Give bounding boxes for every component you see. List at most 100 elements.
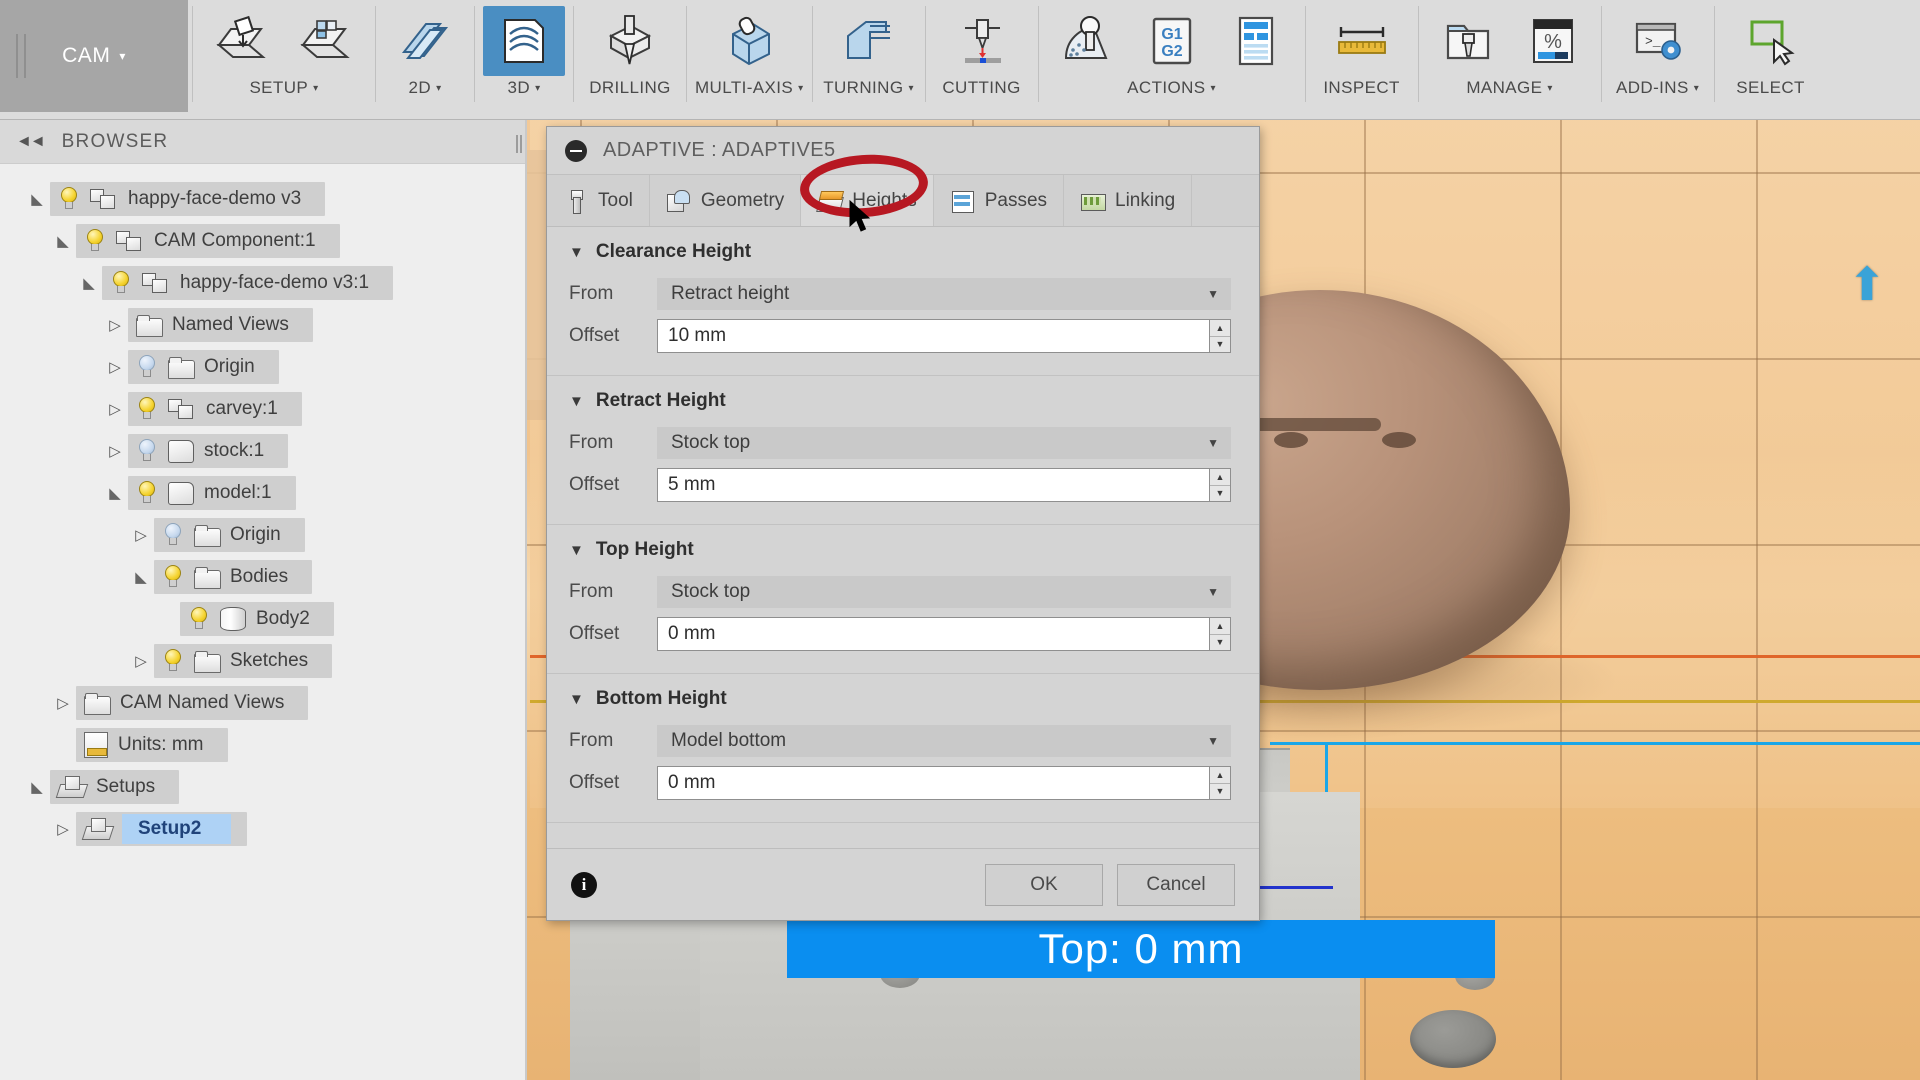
ribbon-group-label-actions[interactable]: ACTIONS ▾ xyxy=(1127,78,1216,98)
tree-item-chip[interactable]: CAM Component:1 xyxy=(76,224,340,258)
simulate-icon[interactable] xyxy=(1047,6,1129,76)
expand-arrow-closed-icon[interactable]: ▷ xyxy=(102,400,128,418)
tree-item-origin[interactable]: ▷ Origin xyxy=(0,346,527,388)
chevron-down-icon[interactable]: ▾ xyxy=(1547,83,1552,94)
expand-arrow-closed-icon[interactable]: ▷ xyxy=(102,316,128,334)
stepper-down-icon[interactable]: ▼ xyxy=(1210,486,1230,502)
cutting-icon[interactable] xyxy=(934,6,1030,76)
stepper-arrows[interactable]: ▲ ▼ xyxy=(1209,617,1231,651)
visibility-bulb-off-icon[interactable] xyxy=(162,523,184,547)
visibility-bulb-off-icon[interactable] xyxy=(136,439,158,463)
g1-g2-post-process-icon[interactable]: G1 G2 xyxy=(1131,6,1213,76)
script-console-icon[interactable]: >_ xyxy=(1610,6,1706,76)
ribbon-group-label-inspect[interactable]: INSPECT xyxy=(1323,78,1399,98)
section-header-retract-height[interactable]: ▼ Retract Height xyxy=(547,390,1259,412)
visibility-bulb-icon[interactable] xyxy=(162,565,184,589)
select-cursor-icon[interactable] xyxy=(1723,6,1819,76)
tree-item-chip[interactable]: model:1 xyxy=(128,476,296,510)
visibility-bulb-icon[interactable] xyxy=(84,229,106,253)
tab-heights[interactable]: Heights xyxy=(801,175,934,226)
ribbon-group-label-3d[interactable]: 3D ▾ xyxy=(508,78,541,98)
tree-item-setup2[interactable]: ▷ Setup2 xyxy=(0,808,527,850)
tree-item-chip[interactable]: Origin xyxy=(154,518,305,552)
chevron-down-icon[interactable]: ▼ xyxy=(569,244,584,261)
ribbon-group-label-drilling[interactable]: DRILLING xyxy=(589,78,671,98)
ribbon-group-label-add-ins[interactable]: ADD-INS ▾ xyxy=(1616,78,1699,98)
visibility-bulb-icon[interactable] xyxy=(136,481,158,505)
chevron-down-icon[interactable]: ▼ xyxy=(569,393,584,410)
stepper-arrows[interactable]: ▲ ▼ xyxy=(1209,766,1231,800)
from-dropdown-retract-height[interactable]: Stock top ▼ xyxy=(657,427,1231,459)
ribbon-group-label-turning[interactable]: TURNING ▾ xyxy=(823,78,914,98)
browser-resize-divider[interactable] xyxy=(525,120,527,1080)
tree-item-chip[interactable]: Body2 xyxy=(180,602,334,636)
turning-icon[interactable] xyxy=(821,6,917,76)
chevron-down-icon[interactable]: ▼ xyxy=(1207,585,1219,599)
tree-item-chip[interactable]: Setup2 xyxy=(76,812,248,846)
tree-item-bodies[interactable]: ◣ Bodies xyxy=(0,556,527,598)
tree-item-chip[interactable]: stock:1 xyxy=(128,434,289,468)
workspace-switcher-cam[interactable]: CAM ▾ xyxy=(0,0,188,112)
tree-item-chip[interactable]: carvey:1 xyxy=(128,392,302,426)
section-header-bottom-height[interactable]: ▼ Bottom Height xyxy=(547,688,1259,710)
2d-toolpath-icon[interactable] xyxy=(384,6,466,76)
chevron-down-icon[interactable]: ▼ xyxy=(569,691,584,708)
offset-input-top-height[interactable] xyxy=(657,617,1209,651)
tree-item-named-views[interactable]: ▷ Named Views xyxy=(0,304,527,346)
tree-item-setups[interactable]: ◣ Setups xyxy=(0,766,527,808)
visibility-bulb-icon[interactable] xyxy=(136,397,158,421)
tree-item-origin[interactable]: ▷ Origin xyxy=(0,514,527,556)
from-dropdown-top-height[interactable]: Stock top ▼ xyxy=(657,576,1231,608)
expand-arrow-open-icon[interactable]: ◣ xyxy=(128,568,154,586)
tab-passes[interactable]: Passes xyxy=(934,175,1065,226)
stepper-down-icon[interactable]: ▼ xyxy=(1210,635,1230,651)
tree-item-chip[interactable]: happy-face-demo v3:1 xyxy=(102,266,394,300)
stepper-arrows[interactable]: ▲ ▼ xyxy=(1209,468,1231,502)
tree-item-chip[interactable]: Origin xyxy=(128,350,279,384)
expand-arrow-open-icon[interactable]: ◣ xyxy=(24,190,50,208)
ribbon-group-label-select[interactable]: SELECT xyxy=(1736,78,1805,98)
ok-button[interactable]: OK xyxy=(985,863,1103,906)
offset-stepper-clearance-height[interactable]: ▲▼ xyxy=(657,319,1231,353)
ribbon-group-label-cutting[interactable]: CUTTING xyxy=(942,78,1020,98)
tool-library-icon[interactable] xyxy=(1427,6,1509,76)
visibility-bulb-icon[interactable] xyxy=(110,271,132,295)
chevron-down-icon[interactable]: ▾ xyxy=(1694,83,1699,94)
tree-item-chip[interactable]: Units: mm xyxy=(76,728,228,762)
tab-linking[interactable]: Linking xyxy=(1064,175,1193,226)
machining-time-percent-icon[interactable]: % xyxy=(1511,6,1593,76)
tree-item-stock-1[interactable]: ▷ stock:1 xyxy=(0,430,527,472)
tree-item-happy-face-demo-v3[interactable]: ◣ happy-face-demo v3 xyxy=(0,178,527,220)
3d-toolpath-icon[interactable] xyxy=(483,6,565,76)
tree-item-happy-face-demo-v3-1[interactable]: ◣ happy-face-demo v3:1 xyxy=(0,262,527,304)
chevron-down-icon[interactable]: ▼ xyxy=(1207,734,1219,748)
chevron-down-icon[interactable]: ▼ xyxy=(1207,287,1219,301)
offset-stepper-retract-height[interactable]: ▲▼ xyxy=(657,468,1231,502)
tab-tool[interactable]: Tool xyxy=(547,175,650,226)
section-header-top-height[interactable]: ▼ Top Height xyxy=(547,539,1259,561)
tree-item-sketches[interactable]: ▷ Sketches xyxy=(0,640,527,682)
stepper-down-icon[interactable]: ▼ xyxy=(1210,337,1230,353)
drill-icon[interactable] xyxy=(582,6,678,76)
tree-item-body2[interactable]: Body2 xyxy=(0,598,527,640)
expand-arrow-open-icon[interactable]: ◣ xyxy=(76,274,102,292)
tree-item-model-1[interactable]: ◣ model:1 xyxy=(0,472,527,514)
chevron-down-icon[interactable]: ▼ xyxy=(1207,436,1219,450)
expand-arrow-open-icon[interactable]: ◣ xyxy=(102,484,128,502)
offset-stepper-bottom-height[interactable]: ▲▼ xyxy=(657,766,1231,800)
stepper-arrows[interactable]: ▲ ▼ xyxy=(1209,319,1231,353)
tree-item-units-mm[interactable]: Units: mm xyxy=(0,724,527,766)
visibility-bulb-icon[interactable] xyxy=(58,187,80,211)
chevron-down-icon[interactable]: ▾ xyxy=(798,83,803,94)
tree-item-chip[interactable]: Sketches xyxy=(154,644,333,678)
expand-arrow-closed-icon[interactable]: ▷ xyxy=(128,526,154,544)
chevron-down-icon[interactable]: ▾ xyxy=(908,83,913,94)
stepper-up-icon[interactable]: ▲ xyxy=(1210,767,1230,784)
folder-setup-icon[interactable] xyxy=(285,6,367,76)
tree-item-cam-component-1[interactable]: ◣ CAM Component:1 xyxy=(0,220,527,262)
offset-stepper-top-height[interactable]: ▲▼ xyxy=(657,617,1231,651)
expand-arrow-closed-icon[interactable]: ▷ xyxy=(50,820,76,838)
expand-arrow-open-icon[interactable]: ◣ xyxy=(24,778,50,796)
collapse-left-icon[interactable]: ◄◄ xyxy=(16,133,46,151)
from-dropdown-bottom-height[interactable]: Model bottom ▼ xyxy=(657,725,1231,757)
